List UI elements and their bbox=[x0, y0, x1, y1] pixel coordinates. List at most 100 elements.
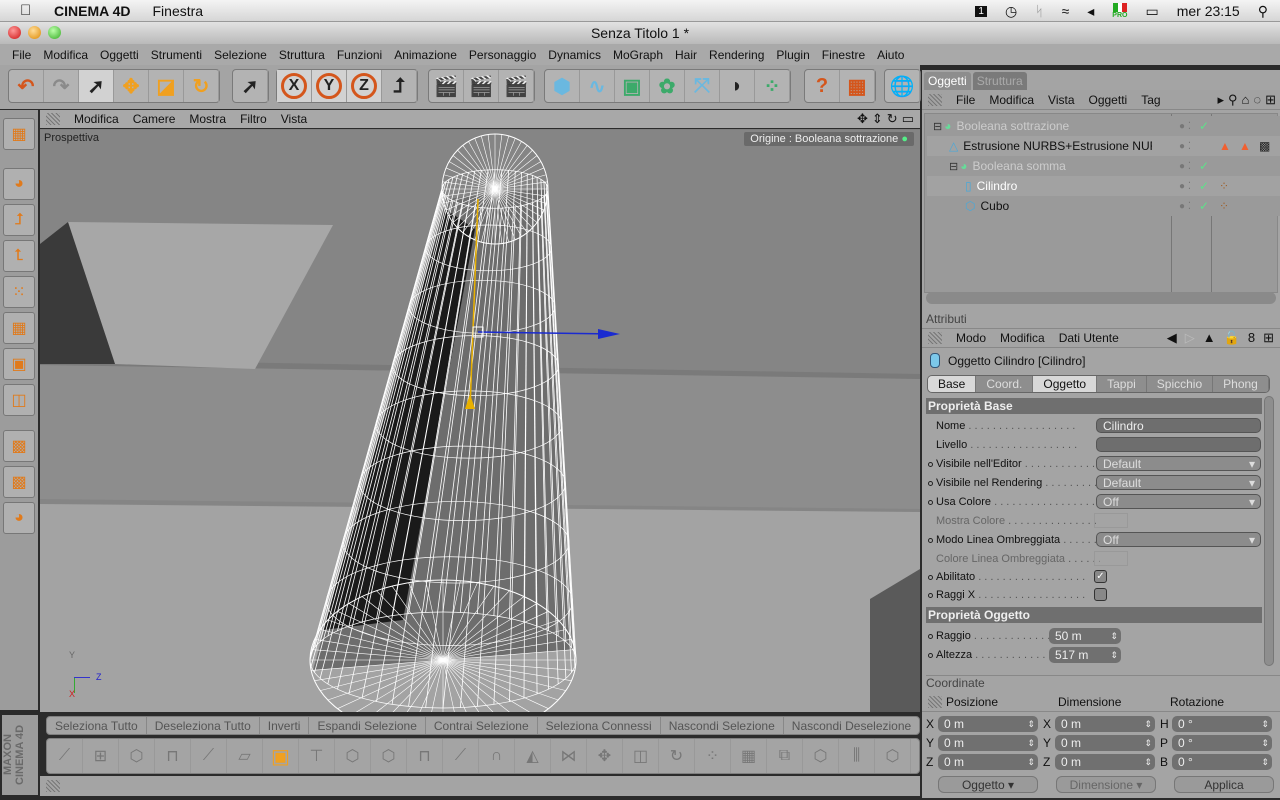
object-row-booleana-somma[interactable]: ⊟ ◕ Booleana somma ● ⁚ ✓ bbox=[927, 156, 1280, 176]
modeling-tool-button[interactable]: ⁘ bbox=[695, 739, 731, 773]
attr-tab-oggetto[interactable]: Oggetto bbox=[1033, 376, 1098, 392]
zoom-button[interactable] bbox=[48, 26, 61, 39]
enabled-check-icon[interactable]: ✓ bbox=[1199, 159, 1209, 173]
viewport-perspective[interactable]: Prospettiva Origine : Booleana sottrazio… bbox=[40, 129, 920, 712]
attr-tab-coord[interactable]: Coord. bbox=[976, 376, 1034, 392]
menu-file[interactable]: File bbox=[12, 48, 31, 62]
animation-dot-icon[interactable] bbox=[928, 499, 933, 505]
animation-dot-icon[interactable] bbox=[928, 633, 933, 639]
menu-strumenti[interactable]: Strumenti bbox=[151, 48, 202, 62]
animation-dot-icon[interactable] bbox=[928, 537, 933, 543]
modeling-tool-button[interactable]: ⬡ bbox=[335, 739, 371, 773]
tab-struttura[interactable]: Struttura bbox=[972, 72, 1027, 90]
objects-menu-modifica[interactable]: Modifica bbox=[989, 93, 1034, 107]
modeling-tool-button[interactable]: ⬡ bbox=[803, 739, 839, 773]
wifi-icon[interactable]: ≈ bbox=[1062, 3, 1070, 19]
visibility-dots-icon[interactable]: ● ⁚ bbox=[1179, 121, 1191, 132]
phong-tag-icon[interactable]: ▲ bbox=[1219, 139, 1231, 153]
command-seleziona-connessi[interactable]: Seleziona Connessi bbox=[538, 717, 661, 734]
modeling-tool-button[interactable]: ⋈ bbox=[551, 739, 587, 773]
modeling-tool-button[interactable]: ⫼ bbox=[839, 739, 875, 773]
stepper-icon[interactable]: ⇕ bbox=[1261, 735, 1269, 751]
viewport-menu-mostra[interactable]: Mostra bbox=[189, 112, 226, 126]
color-swatch[interactable] bbox=[1094, 513, 1128, 528]
menu-rendering[interactable]: Rendering bbox=[709, 48, 764, 62]
command-inverti[interactable]: Inverti bbox=[260, 717, 310, 734]
attr-tab-tappi[interactable]: Tappi bbox=[1097, 376, 1147, 392]
y-axis-button[interactable]: Y bbox=[312, 70, 347, 102]
phong-tag-icon[interactable]: ⁘ bbox=[1219, 199, 1229, 213]
menu-funzioni[interactable]: Funzioni bbox=[337, 48, 382, 62]
help-table-button[interactable]: ▦ bbox=[840, 70, 875, 102]
scene-button[interactable]: ◗ bbox=[720, 70, 755, 102]
grip-icon[interactable] bbox=[928, 332, 942, 344]
coord-rot-h-input[interactable]: 0 ° ⇕ bbox=[1172, 716, 1272, 732]
forward-icon[interactable]: ▷ bbox=[1185, 330, 1195, 346]
back-icon[interactable]: ◀ bbox=[1167, 330, 1177, 346]
points-button[interactable]: ⁙ bbox=[3, 276, 35, 308]
bluetooth-icon[interactable]: ᛋ bbox=[1035, 3, 1043, 19]
nome-input[interactable]: Cilindro bbox=[1096, 418, 1261, 433]
deformer-button[interactable]: ⤧ bbox=[685, 70, 720, 102]
menu-mograph[interactable]: MoGraph bbox=[613, 48, 663, 62]
move-view-icon[interactable]: ✥ bbox=[857, 111, 868, 127]
cube-button[interactable]: ⬢ bbox=[545, 70, 580, 102]
viewport-menu-camere[interactable]: Camere bbox=[133, 112, 176, 126]
menu-plugin[interactable]: Plugin bbox=[776, 48, 809, 62]
raggio-input[interactable]: 50 m ⇕ bbox=[1049, 628, 1121, 644]
clock[interactable]: mer 23:15 bbox=[1177, 3, 1240, 19]
object-name[interactable]: Booleana sottrazione bbox=[956, 119, 1161, 133]
texture-axis-button[interactable]: ▩ bbox=[3, 466, 35, 498]
link-icon[interactable]: 8 bbox=[1248, 330, 1255, 346]
enabled-check-icon[interactable]: ✓ bbox=[1199, 119, 1209, 133]
stepper-icon[interactable]: ⇕ bbox=[1261, 754, 1269, 770]
spaces-icon[interactable]: 1 bbox=[975, 5, 987, 17]
modeling-tool-button[interactable]: ∩ bbox=[479, 739, 515, 773]
help-button[interactable]: ? bbox=[805, 70, 840, 102]
modeling-tool-button[interactable]: ▱ bbox=[227, 739, 263, 773]
menu-animazione[interactable]: Animazione bbox=[394, 48, 457, 62]
menu-oggetti[interactable]: Oggetti bbox=[100, 48, 139, 62]
command-nascondi-selezione[interactable]: Nascondi Selezione bbox=[661, 717, 784, 734]
flag-italy-icon[interactable]: PRO bbox=[1112, 3, 1127, 19]
polygons-button[interactable]: ▣ bbox=[3, 348, 35, 380]
usa-colore-dropdown[interactable]: Off ▾ bbox=[1096, 494, 1261, 509]
attributes-menu-modifica[interactable]: Modifica bbox=[1000, 331, 1045, 345]
modeling-tool-button[interactable]: ⬡ bbox=[119, 739, 155, 773]
modeling-tool-button[interactable]: ⊤ bbox=[299, 739, 335, 773]
visibility-dots-icon[interactable]: ● ⁚ bbox=[1179, 161, 1191, 172]
menu-modifica[interactable]: Modifica bbox=[43, 48, 88, 62]
livello-input[interactable] bbox=[1096, 437, 1261, 452]
eye-icon[interactable]: ◌ bbox=[1253, 92, 1261, 108]
modeling-tool-button[interactable]: ⬡ bbox=[875, 739, 911, 773]
altezza-input[interactable]: 517 m ⇕ bbox=[1049, 647, 1121, 663]
scale-button[interactable]: ◪ bbox=[149, 70, 184, 102]
stepper-icon[interactable]: ⇕ bbox=[1027, 716, 1035, 732]
object-row-cilindro[interactable]: ▯ Cilindro ● ⁚ ✓ ⁘ bbox=[927, 176, 1280, 196]
more-icon[interactable]: ▸ bbox=[1217, 92, 1224, 108]
visibility-dots-icon[interactable]: ● ⁚ bbox=[1179, 201, 1191, 212]
viewport-menu-filtro[interactable]: Filtro bbox=[240, 112, 267, 126]
particle-button[interactable]: ⁘ bbox=[755, 70, 790, 102]
raggi-x-checkbox[interactable] bbox=[1094, 588, 1107, 601]
attr-tab-base[interactable]: Base bbox=[928, 376, 977, 392]
coord-dim-y-input[interactable]: 0 m ⇕ bbox=[1055, 735, 1155, 751]
coord-pos-x-input[interactable]: 0 m ⇕ bbox=[938, 716, 1038, 732]
object-list-scrollbar[interactable] bbox=[926, 292, 1276, 304]
tab-oggetti[interactable]: Oggetti bbox=[924, 72, 971, 90]
command-deseleziona-tutto[interactable]: Deseleziona Tutto bbox=[147, 717, 260, 734]
objects-menu-tag[interactable]: Tag bbox=[1141, 93, 1160, 107]
edges-button[interactable]: ▦ bbox=[3, 312, 35, 344]
vis-editor-dropdown[interactable]: Default ▾ bbox=[1096, 456, 1261, 471]
menu-struttura[interactable]: Struttura bbox=[279, 48, 325, 62]
scene-canvas[interactable] bbox=[40, 129, 920, 712]
apply-button[interactable]: Applica bbox=[1174, 776, 1274, 793]
volume-icon[interactable]: ◂ bbox=[1087, 3, 1094, 20]
stepper-icon[interactable]: ⇕ bbox=[1144, 716, 1152, 732]
redo-button[interactable]: ↷ bbox=[44, 70, 79, 102]
attributes-menu-dati-utente[interactable]: Dati Utente bbox=[1059, 331, 1119, 345]
modeling-tool-button[interactable]: ↻ bbox=[659, 739, 695, 773]
visibility-dots-icon[interactable]: ● ⁚ bbox=[1179, 181, 1191, 192]
command-nascondi-deselezione[interactable]: Nascondi Deselezione bbox=[784, 717, 919, 734]
battery-icon[interactable]: ▭ bbox=[1145, 3, 1158, 20]
